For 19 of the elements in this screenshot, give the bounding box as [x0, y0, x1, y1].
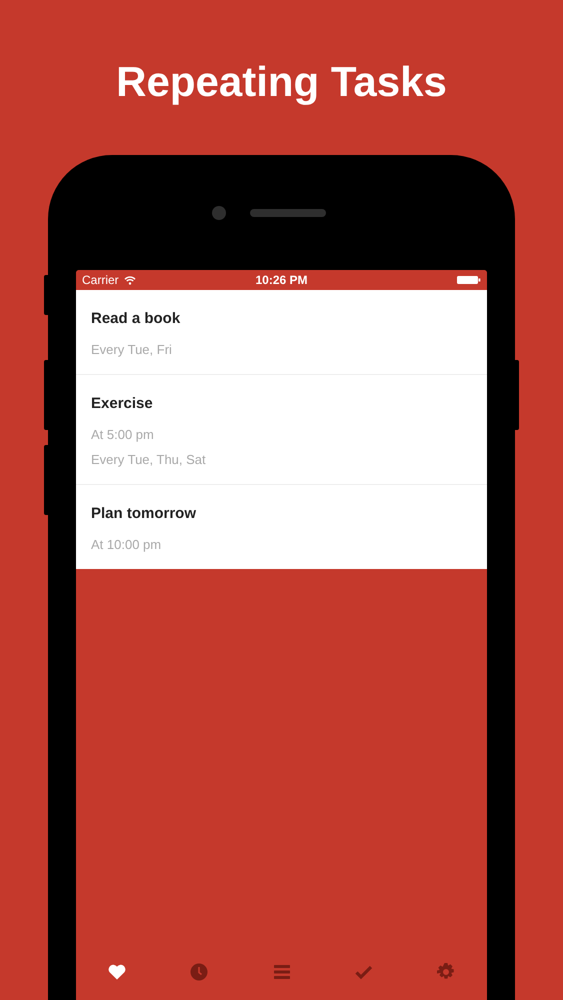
- task-row[interactable]: Read a book Every Tue, Fri: [76, 290, 487, 374]
- status-time: 10:26 PM: [254, 273, 309, 287]
- task-detail: Every Tue, Fri: [91, 341, 173, 359]
- menu-icon[interactable]: [272, 962, 292, 982]
- task-row[interactable]: Plan tomorrow At 10:00 pm: [76, 484, 487, 569]
- clock-icon[interactable]: [189, 962, 210, 982]
- heart-icon[interactable]: [107, 962, 128, 982]
- task-title: Read a book: [91, 309, 182, 329]
- task-detail: Every Tue, Thu, Sat: [91, 451, 207, 469]
- task-detail: At 5:00 pm: [91, 426, 155, 444]
- carrier-label: Carrier: [82, 273, 119, 287]
- task-title: Plan tomorrow: [91, 504, 198, 524]
- headline: Repeating Tasks: [116, 57, 447, 107]
- task-detail: At 10:00 pm: [91, 536, 162, 554]
- wifi-icon: [124, 276, 136, 284]
- battery-icon: [457, 275, 481, 285]
- task-row[interactable]: Exercise At 5:00 pm Every Tue, Thu, Sat: [76, 374, 487, 484]
- task-title: Exercise: [91, 394, 154, 414]
- camera-icon: [212, 206, 226, 220]
